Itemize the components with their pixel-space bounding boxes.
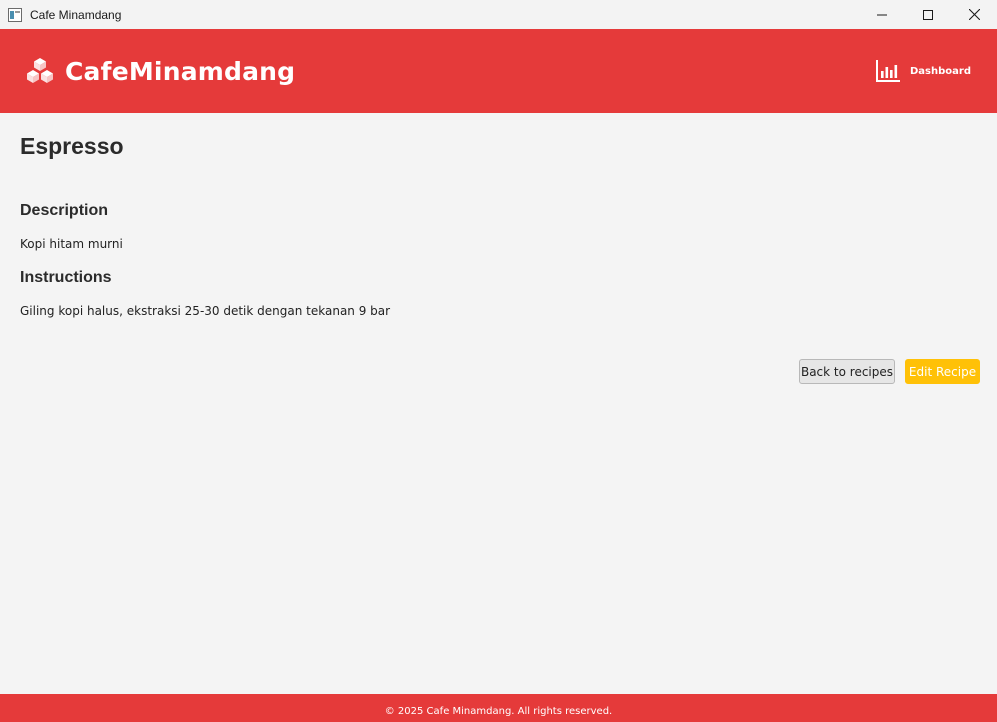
app-footer: © 2025 Cafe Minamdang. All rights reserv… [0, 694, 997, 722]
cubes-icon [26, 57, 54, 85]
app-header: CafeMinamdang Dashboard [0, 29, 997, 113]
brand-name: CafeMinamdang [65, 56, 296, 86]
close-icon [968, 9, 980, 20]
window-title-bar: Cafe Minamdang [0, 0, 997, 29]
instructions-heading: Instructions [20, 269, 112, 286]
maximize-icon [923, 9, 933, 20]
nav-dashboard[interactable]: Dashboard [876, 60, 971, 82]
window-title: Cafe Minamdang [30, 7, 122, 22]
edit-recipe-button[interactable]: Edit Recipe [905, 359, 980, 384]
brand[interactable]: CafeMinamdang [26, 57, 295, 86]
app-window-icon [8, 7, 22, 22]
nav-dashboard-label: Dashboard [910, 65, 971, 77]
page-title: Espresso [20, 133, 124, 159]
instructions-text: Giling kopi halus, ekstraksi 25-30 detik… [20, 304, 391, 318]
maximize-button[interactable] [905, 0, 951, 29]
description-text: Kopi hitam murni [20, 237, 123, 251]
description-heading: Description [20, 202, 109, 219]
bar-chart-icon [876, 60, 900, 82]
footer-copyright: © 2025 Cafe Minamdang. All rights reserv… [384, 705, 613, 717]
recipe-detail: Espresso Description Kopi hitam murni In… [0, 113, 997, 694]
minimize-icon [877, 14, 887, 15]
minimize-button[interactable] [859, 0, 905, 29]
close-button[interactable] [951, 0, 997, 29]
back-to-recipes-button[interactable]: Back to recipes [799, 359, 895, 384]
